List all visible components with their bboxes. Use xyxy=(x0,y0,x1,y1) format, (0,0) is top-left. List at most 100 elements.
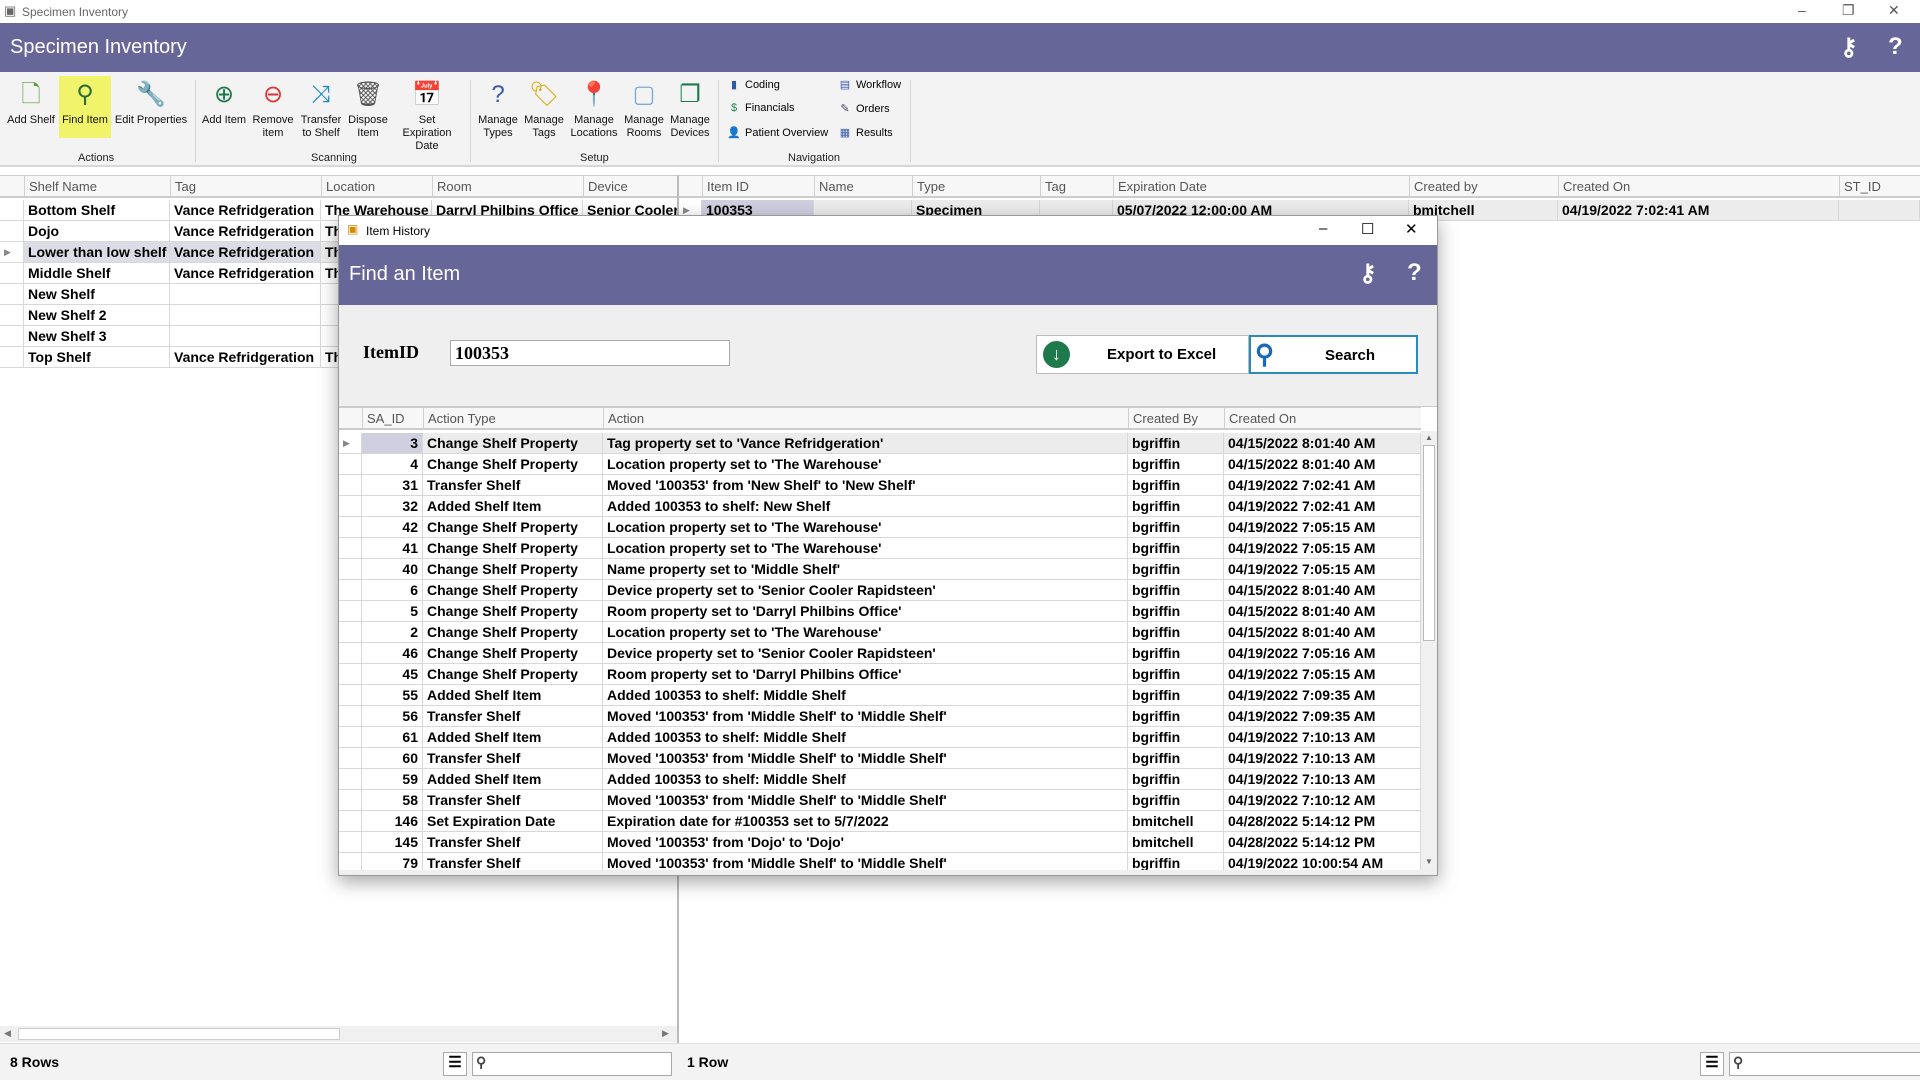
menu-icon[interactable]: ☰ xyxy=(443,1052,467,1076)
row-header[interactable] xyxy=(0,263,24,284)
table-row[interactable]: 41 Change Shelf Property Location property… xyxy=(339,538,1421,559)
export-to-excel-button[interactable]: ↓ Export to Excel xyxy=(1036,335,1249,374)
row-header[interactable] xyxy=(339,853,362,870)
row-header[interactable] xyxy=(339,454,362,475)
table-row[interactable]: 56 Transfer Shelf Moved '100353' from 'Mid… xyxy=(339,706,1421,727)
shelf-search-input[interactable]: ⚲ xyxy=(472,1052,672,1076)
row-header[interactable] xyxy=(339,811,362,832)
row-header[interactable] xyxy=(0,200,24,221)
row-header[interactable] xyxy=(339,832,362,853)
manage-locations-button[interactable]: 📍 Manage Locations xyxy=(568,76,620,140)
row-header[interactable]: ▶ xyxy=(0,242,24,263)
menu-icon[interactable]: ☰ xyxy=(1700,1052,1724,1076)
row-header[interactable] xyxy=(339,727,362,748)
row-header[interactable] xyxy=(339,601,362,622)
scrollbar-thumb[interactable] xyxy=(1423,445,1435,641)
column-header[interactable]: Room xyxy=(432,176,583,197)
table-row[interactable]: 46 Change Shelf Property Device property s… xyxy=(339,643,1421,664)
row-header[interactable] xyxy=(339,538,362,559)
column-header[interactable]: Device xyxy=(583,176,678,197)
row-header[interactable] xyxy=(339,622,362,643)
row-header[interactable] xyxy=(339,559,362,580)
table-row[interactable]: ▶ 3 Change Shelf Property Tag property set … xyxy=(339,433,1421,454)
column-header[interactable]: Action xyxy=(603,408,1128,429)
find-item-button[interactable]: ⚲ Find Item xyxy=(59,76,111,138)
column-header[interactable]: Created by xyxy=(1409,176,1558,197)
help-button[interactable]: ? xyxy=(1407,259,1422,287)
nav-financials[interactable]: $ Financials xyxy=(727,102,795,114)
column-header[interactable]: Created By xyxy=(1128,408,1224,429)
item-search-input[interactable]: ⚲ xyxy=(1729,1052,1920,1076)
row-header[interactable] xyxy=(339,517,362,538)
table-row[interactable]: 146 Set Expiration Date Expiration date fo… xyxy=(339,811,1421,832)
column-header[interactable]: Item ID xyxy=(702,176,814,197)
edit-properties-button[interactable]: 🔧 Edit Properties xyxy=(113,76,189,127)
table-row[interactable]: 32 Added Shelf Item Added 100353 to shelf:… xyxy=(339,496,1421,517)
horizontal-scrollbar[interactable]: ◀ ▶ xyxy=(0,1026,677,1042)
restore-button[interactable]: ❐ xyxy=(1842,2,1855,19)
dispose-item-button[interactable]: 🗑 Dispose Item xyxy=(348,76,388,140)
column-header[interactable]: ST_ID xyxy=(1839,176,1920,197)
nav-orders[interactable]: ✎ Orders xyxy=(838,102,889,115)
column-header[interactable]: Tag xyxy=(1040,176,1113,197)
table-row[interactable]: 79 Transfer Shelf Moved '100353' from 'Mid… xyxy=(339,853,1421,870)
column-header[interactable]: Created On xyxy=(1558,176,1839,197)
column-header[interactable]: Tag xyxy=(170,176,321,197)
row-header[interactable] xyxy=(0,326,24,347)
manage-tags-button[interactable]: 🏷 Manage Tags xyxy=(522,76,566,140)
row-header[interactable] xyxy=(339,643,362,664)
table-row[interactable]: 45 Change Shelf Property Room property set… xyxy=(339,664,1421,685)
item-id-input[interactable] xyxy=(450,340,730,366)
manage-rooms-button[interactable]: ▢ Manage Rooms xyxy=(622,76,666,140)
row-header[interactable] xyxy=(339,685,362,706)
column-header[interactable]: Expiration Date xyxy=(1113,176,1409,197)
table-row[interactable]: 42 Change Shelf Property Location property… xyxy=(339,517,1421,538)
row-header[interactable] xyxy=(0,221,24,242)
nav-patient-overview[interactable]: 👤 Patient Overview xyxy=(727,126,828,139)
row-header[interactable] xyxy=(0,284,24,305)
table-row[interactable]: 58 Transfer Shelf Moved '100353' from 'Mid… xyxy=(339,790,1421,811)
row-header[interactable] xyxy=(339,706,362,727)
nav-workflow[interactable]: ▤ Workflow xyxy=(838,78,901,91)
nav-coding[interactable]: ▮ Coding xyxy=(727,78,780,91)
row-header[interactable] xyxy=(339,790,362,811)
remove-item-button[interactable]: ⊖ Remove item xyxy=(252,76,294,140)
column-header[interactable]: Name xyxy=(814,176,912,197)
row-header[interactable] xyxy=(339,748,362,769)
help-button[interactable]: ? xyxy=(1888,33,1903,61)
row-header[interactable] xyxy=(339,475,362,496)
column-header[interactable]: SA_ID xyxy=(362,408,423,429)
column-header[interactable]: Created On xyxy=(1224,408,1421,429)
nav-results[interactable]: ▦ Results xyxy=(838,126,893,139)
table-row[interactable]: 40 Change Shelf Property Name property set… xyxy=(339,559,1421,580)
row-header[interactable] xyxy=(339,769,362,790)
transfer-to-shelf-button[interactable]: ⤨ Transfer to Shelf xyxy=(298,76,344,140)
dialog-minimize-button[interactable]: – xyxy=(1319,220,1327,237)
manage-devices-button[interactable]: ❐ Manage Devices xyxy=(668,76,712,140)
column-header[interactable]: Shelf Name xyxy=(24,176,170,197)
column-header[interactable]: Type xyxy=(912,176,1040,197)
manage-types-button[interactable]: ? Manage Types xyxy=(476,76,520,140)
dialog-maximize-button[interactable]: ☐ xyxy=(1361,220,1374,238)
table-row[interactable]: 31 Transfer Shelf Moved '100353' from 'New… xyxy=(339,475,1421,496)
row-header[interactable]: ▶ xyxy=(339,433,362,454)
table-row[interactable]: 4 Change Shelf Property Location property … xyxy=(339,454,1421,475)
close-button[interactable]: ✕ xyxy=(1888,2,1900,19)
scrollbar-thumb[interactable] xyxy=(18,1028,340,1040)
row-header[interactable] xyxy=(0,305,24,326)
minimize-button[interactable]: – xyxy=(1798,2,1806,18)
dialog-close-button[interactable]: ✕ xyxy=(1405,220,1418,238)
search-button[interactable]: ⚲ Search xyxy=(1249,335,1418,374)
column-header[interactable]: Location xyxy=(321,176,432,197)
row-header[interactable] xyxy=(339,664,362,685)
scroll-left-icon[interactable]: ◀ xyxy=(4,1028,11,1039)
keys-icon[interactable]: ⚷ xyxy=(1840,33,1858,62)
table-row[interactable]: 55 Added Shelf Item Added 100353 to shelf:… xyxy=(339,685,1421,706)
add-item-button[interactable]: ⊕ Add Item xyxy=(200,76,248,127)
keys-icon[interactable]: ⚷ xyxy=(1359,259,1377,288)
set-expiration-date-button[interactable]: 📅 Set Expiration Date xyxy=(394,76,460,153)
scroll-up-icon[interactable]: ▲ xyxy=(1425,433,1433,442)
table-row[interactable]: 61 Added Shelf Item Added 100353 to shelf:… xyxy=(339,727,1421,748)
column-header[interactable]: Action Type xyxy=(423,408,603,429)
table-row[interactable]: 145 Transfer Shelf Moved '100353' from 'Do… xyxy=(339,832,1421,853)
